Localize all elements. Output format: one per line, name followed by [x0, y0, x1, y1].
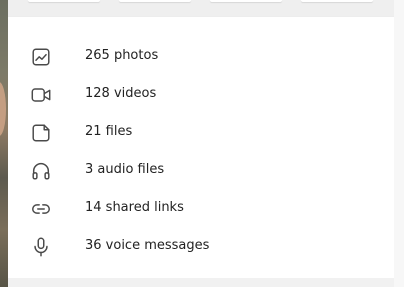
- chat-background: [0, 0, 8, 287]
- shared-media-label: 36 voice messages: [85, 238, 210, 253]
- shared-media-row-links[interactable]: 14 shared links: [8, 189, 394, 227]
- file-icon: [30, 122, 52, 144]
- shared-media-label: 128 videos: [85, 86, 157, 101]
- shared-media-row-audio[interactable]: 3 audio files: [8, 151, 394, 189]
- video-icon: [30, 84, 52, 106]
- shared-media-label: 21 files: [85, 124, 133, 139]
- header-action-button-1[interactable]: [28, 0, 100, 2]
- scrollbar[interactable]: [394, 0, 404, 287]
- headphones-icon: [30, 160, 52, 182]
- link-icon: [30, 198, 52, 220]
- background-photo-fragment: [0, 82, 6, 136]
- shared-media-row-photos[interactable]: 265 photos: [8, 37, 394, 75]
- shared-media-row-voice[interactable]: 36 voice messages: [8, 227, 394, 265]
- microphone-icon: [30, 236, 52, 258]
- shared-media-label: 14 shared links: [85, 200, 184, 215]
- shared-media-row-files[interactable]: 21 files: [8, 113, 394, 151]
- panel-divider: [8, 278, 394, 287]
- shared-media-row-videos[interactable]: 128 videos: [8, 75, 394, 113]
- header-action-button-4[interactable]: [301, 0, 373, 2]
- info-header-strip: [8, 0, 394, 16]
- photo-icon: [30, 46, 52, 68]
- shared-media-label: 265 photos: [85, 48, 159, 63]
- header-action-button-2[interactable]: [119, 0, 191, 2]
- header-action-button-3[interactable]: [210, 0, 282, 2]
- shared-media-label: 3 audio files: [85, 162, 165, 177]
